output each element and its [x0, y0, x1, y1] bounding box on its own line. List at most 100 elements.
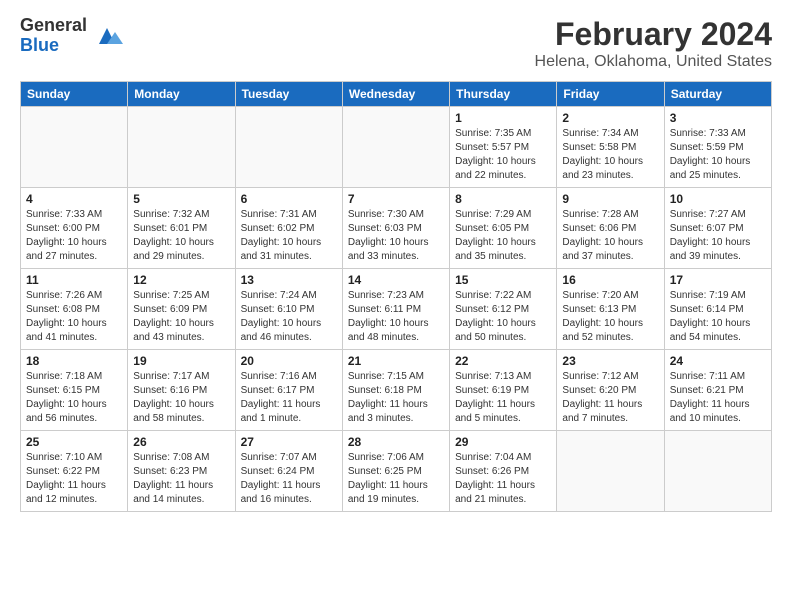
day-cell: 10 Sunrise: 7:27 AM Sunset: 6:07 PM Dayli… — [664, 188, 771, 269]
day-cell — [557, 431, 664, 512]
day-info: Sunrise: 7:35 AM Sunset: 5:57 PM Dayligh… — [455, 127, 551, 183]
day-number: 2 — [562, 111, 658, 125]
logo-icon — [91, 20, 123, 52]
day-cell: 6 Sunrise: 7:31 AM Sunset: 6:02 PM Daylig… — [235, 188, 342, 269]
day-info: Sunrise: 7:22 AM Sunset: 6:12 PM Dayligh… — [455, 289, 551, 345]
logo: General Blue — [20, 16, 123, 56]
day-cell: 1Sunrise: 7:35 AM Sunset: 5:57 PM Daylig… — [450, 107, 557, 188]
day-number: 9 — [562, 192, 658, 206]
day-cell: 23 Sunrise: 7:12 AM Sunset: 6:20 PM Dayli… — [557, 350, 664, 431]
logo-text: General Blue — [20, 16, 87, 56]
day-info: Sunrise: 7:04 AM Sunset: 6:26 PM Dayligh… — [455, 451, 551, 507]
day-info: Sunrise: 7:13 AM Sunset: 6:19 PM Dayligh… — [455, 370, 551, 426]
main-title: February 2024 — [535, 16, 772, 53]
day-info: Sunrise: 7:16 AM Sunset: 6:17 PM Dayligh… — [241, 370, 337, 426]
day-number: 17 — [670, 273, 766, 287]
day-info: Sunrise: 7:24 AM Sunset: 6:10 PM Dayligh… — [241, 289, 337, 345]
day-number: 23 — [562, 354, 658, 368]
calendar: Sunday Monday Tuesday Wednesday Thursday… — [20, 81, 772, 512]
day-cell: 9 Sunrise: 7:28 AM Sunset: 6:06 PM Daylig… — [557, 188, 664, 269]
day-number: 5 — [133, 192, 229, 206]
day-cell: 27Sunrise: 7:07 AM Sunset: 6:24 PM Dayli… — [235, 431, 342, 512]
day-number: 3 — [670, 111, 766, 125]
day-number: 19 — [133, 354, 229, 368]
header-wednesday: Wednesday — [342, 82, 449, 107]
week-row-4: 18 Sunrise: 7:18 AM Sunset: 6:15 PM Dayli… — [21, 350, 772, 431]
day-number: 12 — [133, 273, 229, 287]
day-cell: 29 Sunrise: 7:04 AM Sunset: 6:26 PM Dayli… — [450, 431, 557, 512]
day-cell: 13 Sunrise: 7:24 AM Sunset: 6:10 PM Dayli… — [235, 269, 342, 350]
subtitle: Helena, Oklahoma, United States — [535, 53, 772, 71]
day-number: 28 — [348, 435, 444, 449]
day-info: Sunrise: 7:10 AM Sunset: 6:22 PM Dayligh… — [26, 451, 122, 507]
day-cell — [664, 431, 771, 512]
day-cell: 28 Sunrise: 7:06 AM Sunset: 6:25 PM Dayli… — [342, 431, 449, 512]
week-row-3: 11 Sunrise: 7:26 AM Sunset: 6:08 PM Dayli… — [21, 269, 772, 350]
day-info: Sunrise: 7:06 AM Sunset: 6:25 PM Dayligh… — [348, 451, 444, 507]
day-info: Sunrise: 7:12 AM Sunset: 6:20 PM Dayligh… — [562, 370, 658, 426]
day-number: 10 — [670, 192, 766, 206]
week-row-2: 4 Sunrise: 7:33 AM Sunset: 6:00 PM Daylig… — [21, 188, 772, 269]
day-number: 25 — [26, 435, 122, 449]
header-thursday: Thursday — [450, 82, 557, 107]
day-info: Sunrise: 7:07 AM Sunset: 6:24 PM Dayligh… — [241, 451, 337, 507]
day-number: 18 — [26, 354, 122, 368]
week-row-5: 25 Sunrise: 7:10 AM Sunset: 6:22 PM Dayli… — [21, 431, 772, 512]
day-cell: 5Sunrise: 7:32 AM Sunset: 6:01 PM Daylig… — [128, 188, 235, 269]
day-cell: 21Sunrise: 7:15 AM Sunset: 6:18 PM Dayli… — [342, 350, 449, 431]
day-info: Sunrise: 7:11 AM Sunset: 6:21 PM Dayligh… — [670, 370, 766, 426]
day-number: 14 — [348, 273, 444, 287]
day-cell: 4 Sunrise: 7:33 AM Sunset: 6:00 PM Daylig… — [21, 188, 128, 269]
header-tuesday: Tuesday — [235, 82, 342, 107]
day-info: Sunrise: 7:33 AM Sunset: 5:59 PM Dayligh… — [670, 127, 766, 183]
day-cell: 7Sunrise: 7:30 AM Sunset: 6:03 PM Daylig… — [342, 188, 449, 269]
logo-general: General — [20, 16, 87, 36]
day-info: Sunrise: 7:18 AM Sunset: 6:15 PM Dayligh… — [26, 370, 122, 426]
day-number: 7 — [348, 192, 444, 206]
day-number: 16 — [562, 273, 658, 287]
day-number: 15 — [455, 273, 551, 287]
day-cell — [21, 107, 128, 188]
day-info: Sunrise: 7:17 AM Sunset: 6:16 PM Dayligh… — [133, 370, 229, 426]
day-number: 11 — [26, 273, 122, 287]
day-cell: 15 Sunrise: 7:22 AM Sunset: 6:12 PM Dayli… — [450, 269, 557, 350]
day-cell: 8 Sunrise: 7:29 AM Sunset: 6:05 PM Daylig… — [450, 188, 557, 269]
day-number: 4 — [26, 192, 122, 206]
day-cell: 20 Sunrise: 7:16 AM Sunset: 6:17 PM Dayli… — [235, 350, 342, 431]
day-cell — [342, 107, 449, 188]
day-cell: 26Sunrise: 7:08 AM Sunset: 6:23 PM Dayli… — [128, 431, 235, 512]
day-cell: 17Sunrise: 7:19 AM Sunset: 6:14 PM Dayli… — [664, 269, 771, 350]
day-cell: 16 Sunrise: 7:20 AM Sunset: 6:13 PM Dayli… — [557, 269, 664, 350]
header-monday: Monday — [128, 82, 235, 107]
day-cell: 12 Sunrise: 7:25 AM Sunset: 6:09 PM Dayli… — [128, 269, 235, 350]
day-info: Sunrise: 7:33 AM Sunset: 6:00 PM Dayligh… — [26, 208, 122, 264]
day-info: Sunrise: 7:31 AM Sunset: 6:02 PM Dayligh… — [241, 208, 337, 264]
day-cell: 3 Sunrise: 7:33 AM Sunset: 5:59 PM Daylig… — [664, 107, 771, 188]
day-info: Sunrise: 7:15 AM Sunset: 6:18 PM Dayligh… — [348, 370, 444, 426]
day-cell: 25 Sunrise: 7:10 AM Sunset: 6:22 PM Dayli… — [21, 431, 128, 512]
day-info: Sunrise: 7:29 AM Sunset: 6:05 PM Dayligh… — [455, 208, 551, 264]
day-info: Sunrise: 7:25 AM Sunset: 6:09 PM Dayligh… — [133, 289, 229, 345]
day-cell — [235, 107, 342, 188]
day-info: Sunrise: 7:20 AM Sunset: 6:13 PM Dayligh… — [562, 289, 658, 345]
day-info: Sunrise: 7:08 AM Sunset: 6:23 PM Dayligh… — [133, 451, 229, 507]
day-info: Sunrise: 7:26 AM Sunset: 6:08 PM Dayligh… — [26, 289, 122, 345]
day-number: 24 — [670, 354, 766, 368]
title-block: February 2024 Helena, Oklahoma, United S… — [535, 16, 772, 71]
day-number: 6 — [241, 192, 337, 206]
header-saturday: Saturday — [664, 82, 771, 107]
page: General Blue February 2024 Helena, Oklah… — [0, 0, 792, 612]
header-sunday: Sunday — [21, 82, 128, 107]
day-number: 20 — [241, 354, 337, 368]
day-cell: 2Sunrise: 7:34 AM Sunset: 5:58 PM Daylig… — [557, 107, 664, 188]
day-cell — [128, 107, 235, 188]
day-cell: 24 Sunrise: 7:11 AM Sunset: 6:21 PM Dayli… — [664, 350, 771, 431]
day-info: Sunrise: 7:27 AM Sunset: 6:07 PM Dayligh… — [670, 208, 766, 264]
day-number: 13 — [241, 273, 337, 287]
day-cell: 11 Sunrise: 7:26 AM Sunset: 6:08 PM Dayli… — [21, 269, 128, 350]
day-number: 29 — [455, 435, 551, 449]
day-info: Sunrise: 7:23 AM Sunset: 6:11 PM Dayligh… — [348, 289, 444, 345]
day-number: 22 — [455, 354, 551, 368]
day-number: 8 — [455, 192, 551, 206]
day-info: Sunrise: 7:28 AM Sunset: 6:06 PM Dayligh… — [562, 208, 658, 264]
